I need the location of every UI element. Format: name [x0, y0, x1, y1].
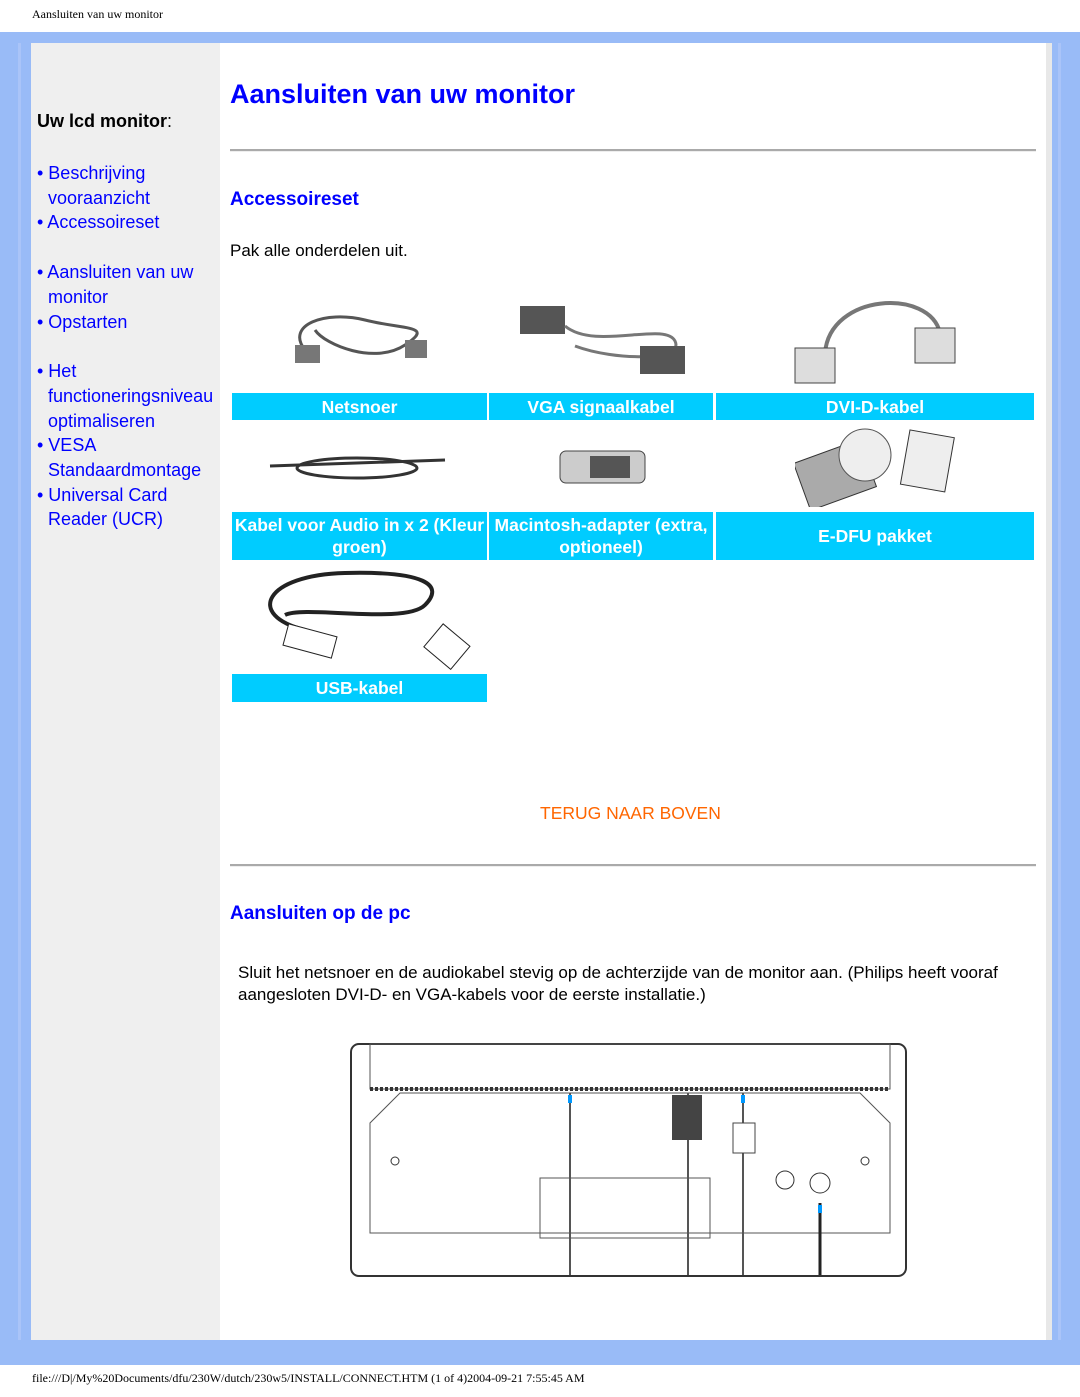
vga-cable-image	[520, 306, 685, 374]
section-text: Sluit het netsnoer en de audiokabel stev…	[238, 963, 998, 1004]
section-title-aansluiten-pc: Aansluiten op de pc	[230, 903, 411, 924]
nav-link-optimaliseren[interactable]: • Het functioneringsniveau optimaliseren	[37, 359, 222, 433]
section-title-accessoireset: Accessoireset	[230, 189, 359, 210]
nav-link-ucr[interactable]: • Universal Card Reader (UCR)	[37, 483, 222, 532]
audio-cable-image	[269, 456, 446, 480]
e-dfu-package-image	[795, 428, 955, 507]
usb-cable-image	[268, 570, 471, 670]
caption-dvi: DVI-D-kabel	[716, 393, 1034, 420]
page-title: Aansluiten van uw monitor	[230, 79, 576, 109]
sidebar-title: Uw lcd monitor:	[37, 111, 173, 131]
page-footer: file:///D|/My%20Documents/dfu/230W/dutch…	[32, 1371, 585, 1385]
sidebar: Uw lcd monitor: • Beschrijving vooraanzi…	[31, 43, 220, 1340]
sidebar-nav: • Beschrijving vooraanzicht • Accessoire…	[37, 161, 222, 532]
frame-stripe-right	[1058, 43, 1061, 1340]
caption-usb: USB-kabel	[232, 674, 487, 702]
page-header: Aansluiten van uw monitor	[32, 7, 163, 21]
frame-stripe-left	[18, 43, 21, 1340]
main-content: Aansluiten van uw monitor Accessoireset …	[220, 43, 1046, 1340]
nav-link-aansluiten[interactable]: • Aansluiten van uw monitor	[37, 260, 222, 309]
dvi-cable-image	[794, 301, 956, 384]
caption-mac-adapter: Macintosh-adapter (extra, optioneel)	[489, 512, 713, 560]
caption-audio: Kabel voor Audio in x 2 (Kleur groen)	[232, 512, 487, 560]
divider	[230, 864, 1036, 867]
caption-netsnoer: Netsnoer	[232, 393, 487, 420]
nav-link-opstarten[interactable]: • Opstarten	[37, 310, 222, 335]
nav-link-vesa[interactable]: • VESA Standaardmontage	[37, 433, 222, 482]
power-cord-image	[295, 315, 427, 363]
mac-adapter-image	[559, 450, 646, 484]
back-to-top-link[interactable]: TERUG NAAR BOVEN	[540, 803, 721, 824]
nav-link-beschrijving[interactable]: • Beschrijving vooraanzicht	[37, 161, 222, 210]
divider	[230, 149, 1036, 152]
caption-e-dfu: E-DFU pakket	[716, 512, 1034, 560]
nav-link-accessoireset[interactable]: • Accessoireset	[37, 210, 222, 235]
caption-vga: VGA signaalkabel	[489, 393, 713, 420]
monitor-back-diagram	[350, 1043, 907, 1277]
right-gutter	[1046, 43, 1052, 1340]
section-text: Pak alle onderdelen uit.	[230, 241, 408, 260]
